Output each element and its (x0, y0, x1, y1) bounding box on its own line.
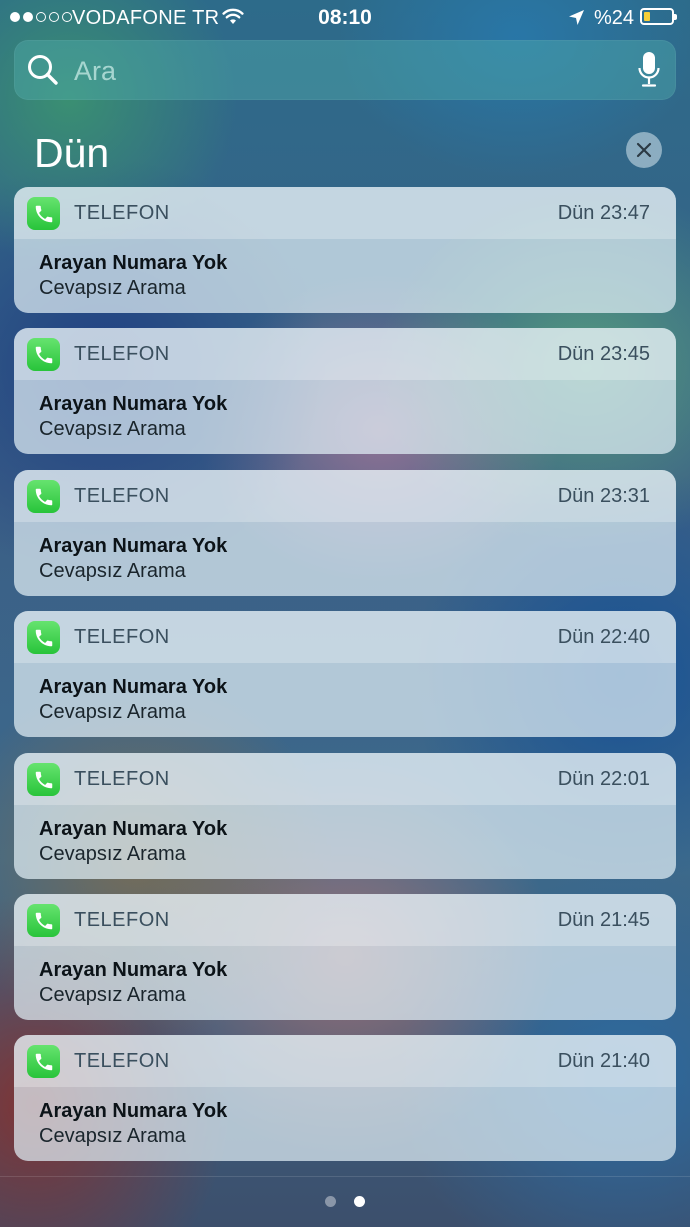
search-bar[interactable] (14, 40, 676, 100)
phone-icon (27, 763, 60, 796)
search-input[interactable] (72, 48, 616, 94)
notification-card[interactable]: TELEFON Dün 22:01 Arayan Numara Yok Ceva… (14, 753, 676, 879)
search-icon (28, 55, 58, 85)
notification-time: Dün 23:45 (557, 343, 650, 365)
notification-app-name: TELEFON (74, 202, 170, 224)
battery-icon (640, 8, 677, 25)
notification-header: TELEFON Dün 21:45 (14, 894, 676, 946)
notification-time: Dün 21:45 (557, 909, 650, 931)
notification-time: Dün 22:01 (557, 768, 650, 790)
notification-card[interactable]: TELEFON Dün 22:40 Arayan Numara Yok Ceva… (14, 611, 676, 737)
notification-header: TELEFON Dün 21:40 (14, 1035, 676, 1087)
notification-app-name: TELEFON (74, 768, 170, 790)
notification-body: Cevapsız Arama (39, 843, 186, 865)
notification-header: TELEFON Dün 23:31 (14, 470, 676, 522)
clear-section-button[interactable] (626, 132, 662, 168)
notification-body: Cevapsız Arama (39, 701, 186, 723)
notification-center: VODAFONE TR 08:10 %24 Dün (0, 0, 690, 1227)
status-time: 08:10 (318, 6, 372, 29)
page-dot (325, 1196, 336, 1207)
section-title: Dün (34, 130, 110, 176)
notification-title: Arayan Numara Yok (39, 959, 228, 981)
notification-time: Dün 23:31 (557, 485, 650, 507)
notification-title: Arayan Numara Yok (39, 676, 228, 698)
notification-title: Arayan Numara Yok (39, 1100, 228, 1122)
notification-header: TELEFON Dün 23:47 (14, 187, 676, 239)
notification-title: Arayan Numara Yok (39, 393, 228, 415)
notification-header: TELEFON Dün 22:01 (14, 753, 676, 805)
notification-title: Arayan Numara Yok (39, 818, 228, 840)
notification-card[interactable]: TELEFON Dün 21:40 Arayan Numara Yok Ceva… (14, 1035, 676, 1161)
location-arrow-icon (569, 10, 584, 25)
microphone-icon[interactable] (638, 51, 660, 89)
phone-icon (27, 904, 60, 937)
phone-icon (27, 1045, 60, 1078)
notification-app-name: TELEFON (74, 343, 170, 365)
phone-icon (27, 338, 60, 371)
divider (0, 1176, 690, 1177)
notification-card[interactable]: TELEFON Dün 23:31 Arayan Numara Yok Ceva… (14, 470, 676, 596)
close-icon (636, 142, 652, 158)
notification-body: Cevapsız Arama (39, 984, 186, 1006)
notification-card[interactable]: TELEFON Dün 23:45 Arayan Numara Yok Ceva… (14, 328, 676, 454)
notification-body: Cevapsız Arama (39, 418, 186, 440)
notification-header: TELEFON Dün 23:45 (14, 328, 676, 380)
notification-time: Dün 23:47 (557, 202, 650, 224)
notification-app-name: TELEFON (74, 485, 170, 507)
phone-icon (27, 480, 60, 513)
notification-time: Dün 22:40 (557, 626, 650, 648)
notification-app-name: TELEFON (74, 909, 170, 931)
notification-card[interactable]: TELEFON Dün 23:47 Arayan Numara Yok Ceva… (14, 187, 676, 313)
notification-card[interactable]: TELEFON Dün 21:45 Arayan Numara Yok Ceva… (14, 894, 676, 1020)
notification-title: Arayan Numara Yok (39, 252, 228, 274)
status-bar: VODAFONE TR 08:10 %24 (0, 0, 690, 36)
notification-title: Arayan Numara Yok (39, 535, 228, 557)
battery-fill (644, 12, 651, 21)
notification-app-name: TELEFON (74, 626, 170, 648)
phone-icon (27, 197, 60, 230)
phone-icon (27, 621, 60, 654)
notification-app-name: TELEFON (74, 1050, 170, 1072)
notification-body: Cevapsız Arama (39, 277, 186, 299)
page-dot-active (354, 1196, 365, 1207)
notification-body: Cevapsız Arama (39, 560, 186, 582)
page-indicator[interactable] (0, 1196, 690, 1207)
battery-percentage: %24 (594, 7, 635, 29)
notification-time: Dün 21:40 (557, 1050, 650, 1072)
notification-header: TELEFON Dün 22:40 (14, 611, 676, 663)
notification-body: Cevapsız Arama (39, 1125, 186, 1147)
